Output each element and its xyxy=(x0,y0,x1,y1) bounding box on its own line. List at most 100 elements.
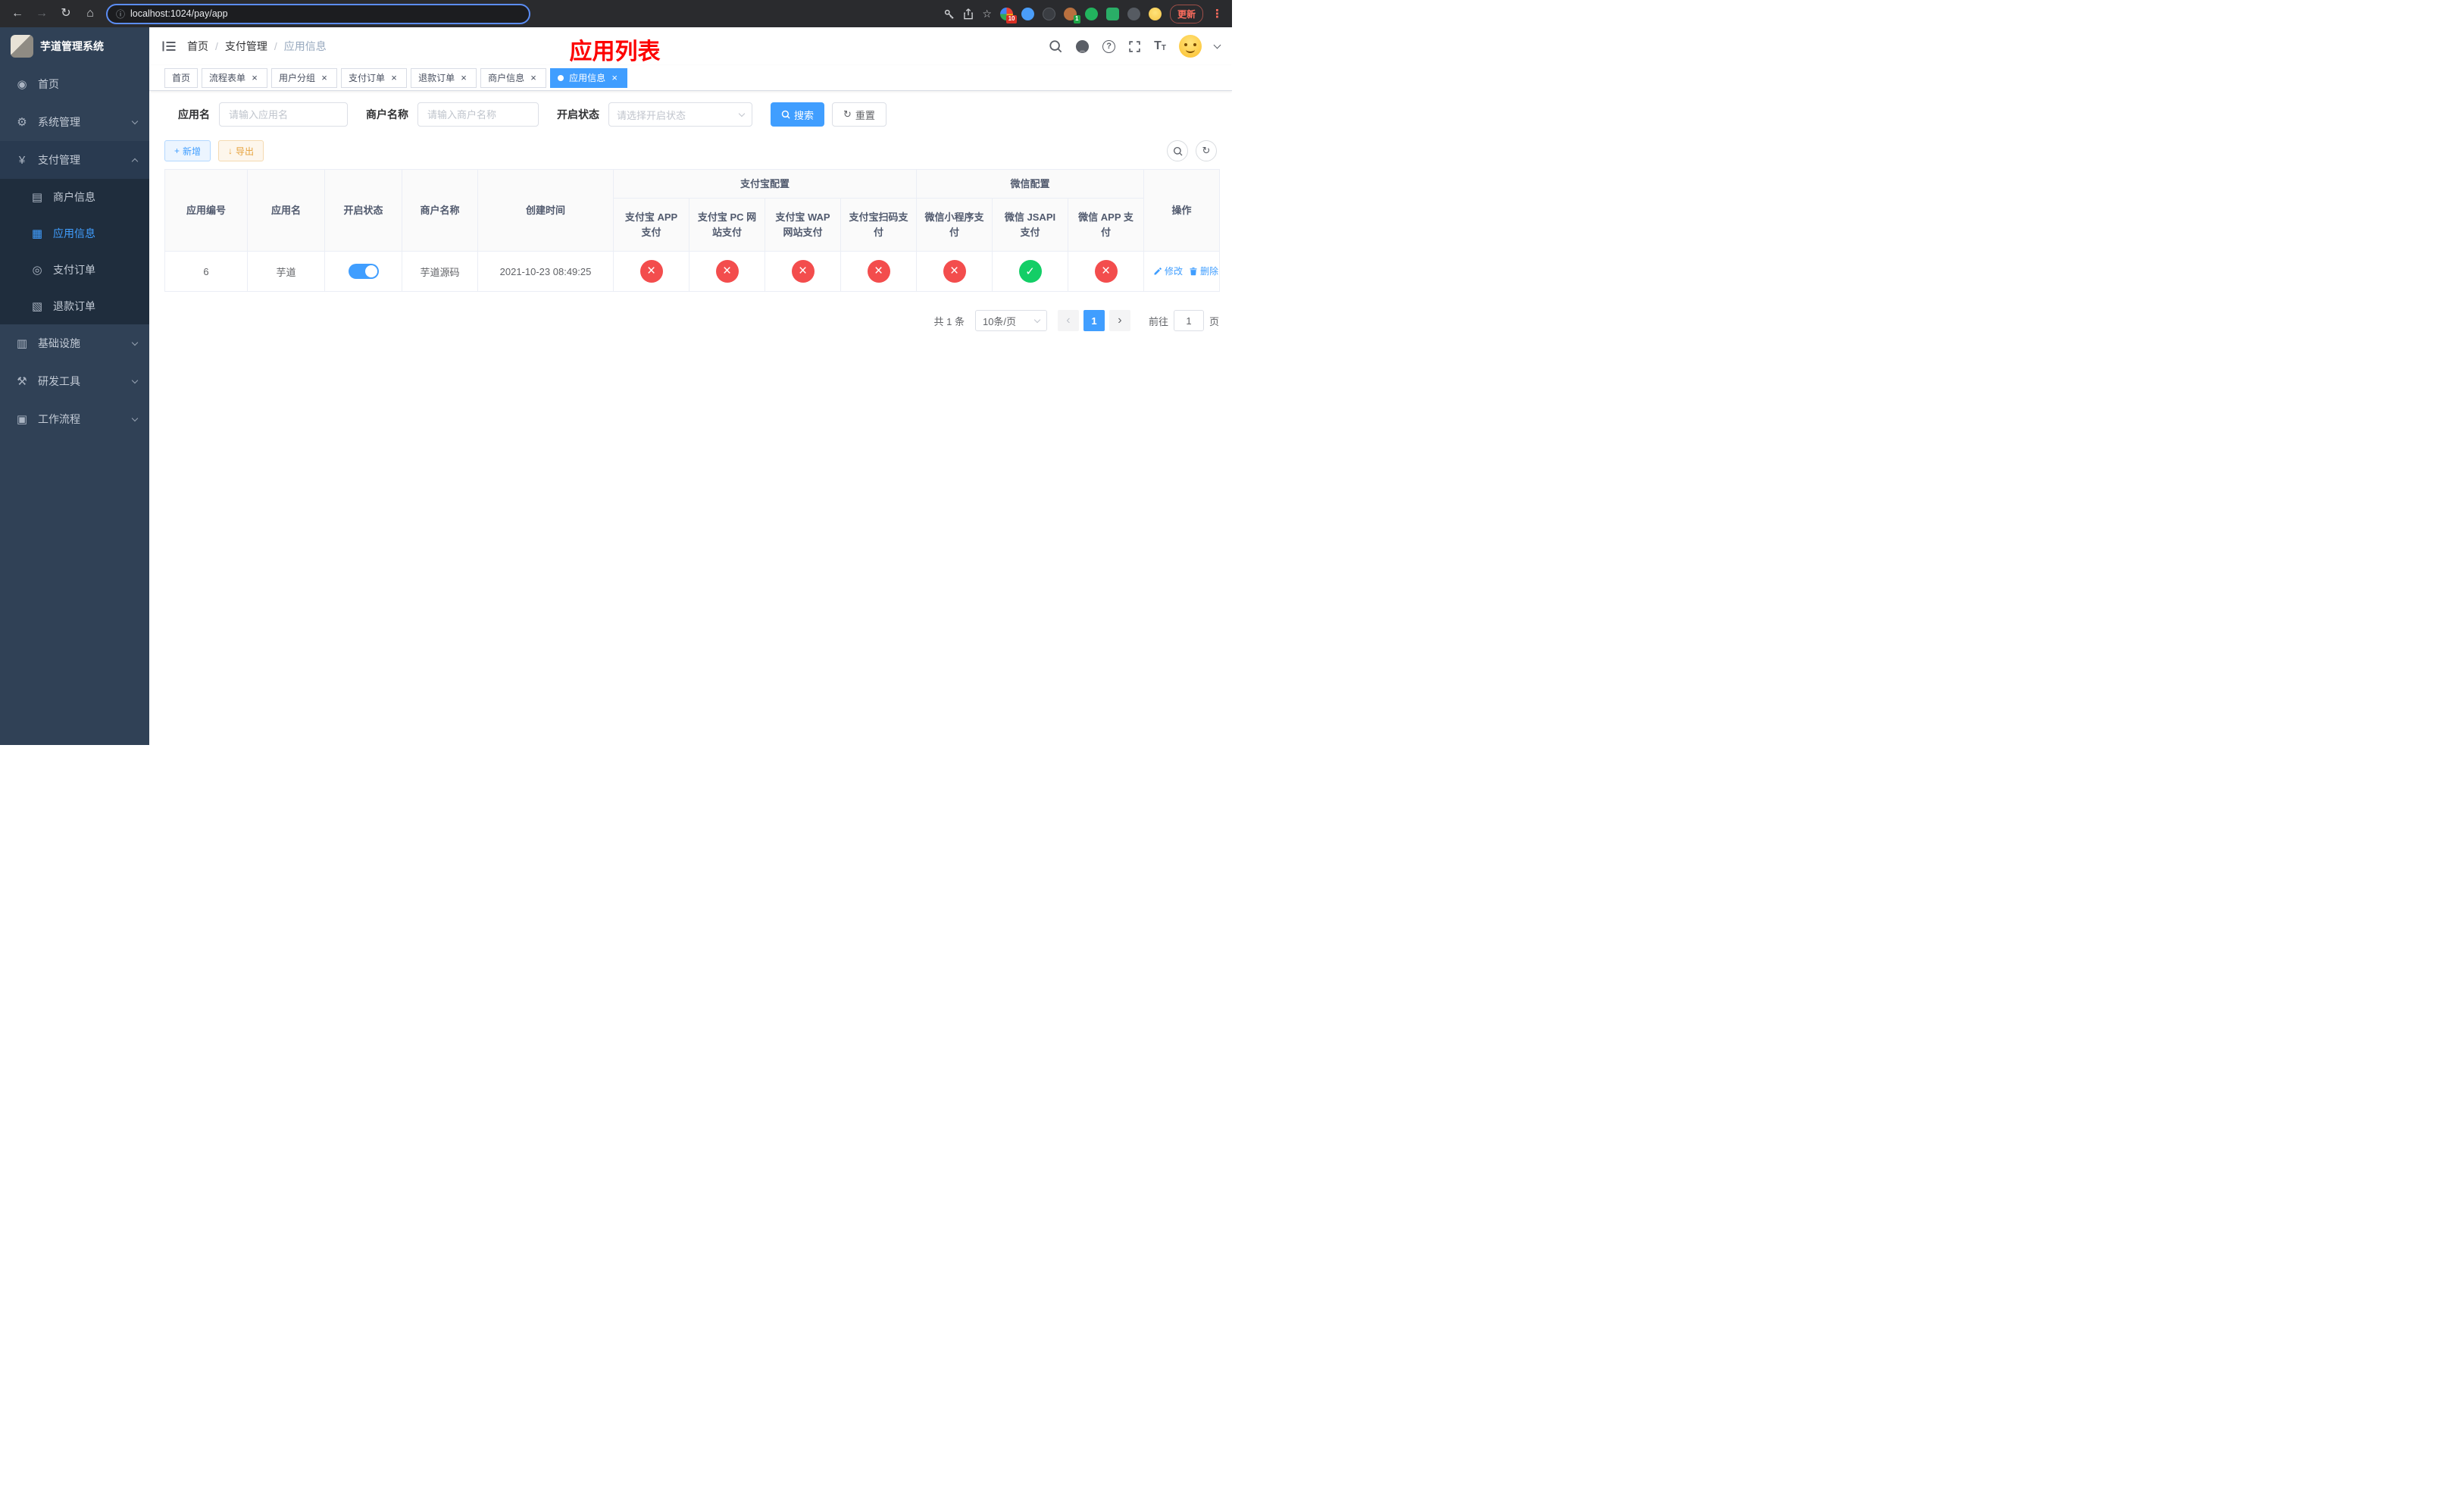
breadcrumb-home[interactable]: 首页 xyxy=(187,39,208,54)
tab-close-icon[interactable]: × xyxy=(528,73,539,83)
chevron-down-icon xyxy=(131,377,139,383)
reset-button[interactable]: ↻ 重置 xyxy=(832,102,886,127)
tab-close-icon[interactable]: × xyxy=(249,73,260,83)
github-icon[interactable] xyxy=(1075,39,1090,54)
next-page-button[interactable]: › xyxy=(1108,310,1130,331)
prev-page-button[interactable]: ‹ xyxy=(1057,310,1079,331)
edit-link[interactable]: 修改 xyxy=(1153,265,1183,277)
breadcrumb: 首页 / 支付管理 / 应用信息 xyxy=(187,39,327,54)
app-name-input[interactable] xyxy=(219,102,348,127)
pagination: 共 1 条 10条/页 ‹ 1 › 前往 页 xyxy=(164,310,1219,331)
back-icon[interactable]: ← xyxy=(9,8,26,20)
sidebar-item-infrastructure[interactable]: ▥ 基础设施 xyxy=(0,324,149,362)
cell-app-name: 芋道 xyxy=(247,251,325,292)
breadcrumb-section[interactable]: 支付管理 xyxy=(225,39,267,54)
tab-merchant-info[interactable]: 商户信息 × xyxy=(480,67,547,88)
extension-icon-3[interactable] xyxy=(1042,7,1055,20)
menu-dots-icon[interactable]: ⋮ xyxy=(1212,7,1223,20)
export-button[interactable]: ↓ 导出 xyxy=(218,140,264,161)
wechat-app-status-icon xyxy=(1094,260,1118,283)
extension-icon-6[interactable] xyxy=(1105,7,1119,20)
tab-flow-form[interactable]: 流程表单 × xyxy=(202,67,268,88)
sidebar-item-workflow[interactable]: ▣ 工作流程 xyxy=(0,400,149,438)
status-select[interactable]: 请选择开启状态 xyxy=(608,102,752,127)
tab-user-group[interactable]: 用户分组 × xyxy=(271,67,338,88)
tab-label: 退款订单 xyxy=(418,73,455,83)
update-button[interactable]: 更新 xyxy=(1169,4,1203,23)
tab-app-info[interactable]: 应用信息 × xyxy=(550,67,628,88)
extension-icon-7[interactable] xyxy=(1127,7,1140,20)
sidebar-item-label: 工作流程 xyxy=(38,413,80,425)
tab-close-icon[interactable]: × xyxy=(389,73,399,83)
merchant-name-input[interactable] xyxy=(417,102,539,127)
page-title: 应用列表 xyxy=(569,39,661,64)
sidebar-item-system[interactable]: ⚙ 系统管理 xyxy=(0,103,149,141)
trash-icon xyxy=(1190,267,1197,276)
site-info-icon[interactable]: ⓘ xyxy=(116,8,125,20)
goto-label: 前往 xyxy=(1148,315,1168,327)
tabs-bar: 首页 流程表单 × 用户分组 × 支付订单 × 退款订单 × 商户信息 × 应用… xyxy=(149,65,1232,91)
sidebar-item-label: 基础设施 xyxy=(38,337,80,349)
sidebar-item-app-info[interactable]: ▦ 应用信息 xyxy=(0,215,149,252)
share-icon[interactable] xyxy=(963,8,974,20)
tab-label: 首页 xyxy=(172,73,191,83)
tab-home[interactable]: 首页 xyxy=(164,67,199,88)
search-icon xyxy=(1173,146,1182,155)
goto-page-input[interactable] xyxy=(1173,310,1204,331)
status-select-placeholder: 请选择开启状态 xyxy=(617,109,686,121)
page-1-button[interactable]: 1 xyxy=(1083,310,1105,331)
bookmark-star-icon[interactable]: ☆ xyxy=(982,8,992,19)
reload-icon[interactable]: ↻ xyxy=(58,8,74,20)
page-size-select[interactable]: 10条/页 xyxy=(974,310,1047,331)
refund-icon: ▧ xyxy=(31,300,43,313)
caret-down-icon[interactable] xyxy=(1213,41,1221,49)
add-button[interactable]: + 新增 xyxy=(164,140,211,161)
sidebar-toggle-button[interactable] xyxy=(161,39,177,54)
col-app-id: 应用编号 xyxy=(164,169,248,252)
refresh-table-button[interactable]: ↻ xyxy=(1196,140,1217,161)
alipay-qr-status-icon xyxy=(867,260,890,283)
sidebar-item-payment[interactable]: ¥ 支付管理 xyxy=(0,141,149,179)
tab-close-icon[interactable]: × xyxy=(458,73,469,83)
col-wechat-jsapi: 微信 JSAPI 支付 xyxy=(992,198,1069,252)
help-icon[interactable]: ? xyxy=(1102,39,1116,53)
sidebar-item-devtools[interactable]: ⚒ 研发工具 xyxy=(0,362,149,400)
tab-label: 应用信息 xyxy=(569,73,606,83)
gear-icon: ⚙ xyxy=(17,116,27,129)
tab-close-icon[interactable]: × xyxy=(319,73,330,83)
home-icon[interactable]: ⌂ xyxy=(82,8,98,20)
extension-icon-2[interactable] xyxy=(1021,7,1034,20)
total-count: 共 1 条 xyxy=(933,315,965,327)
toggle-search-button[interactable] xyxy=(1167,140,1188,161)
sidebar-item-label: 研发工具 xyxy=(38,375,80,387)
search-button[interactable]: 搜索 xyxy=(771,102,825,127)
sidebar-item-home[interactable]: ◉ 首页 xyxy=(0,65,149,103)
download-icon: ↓ xyxy=(228,146,233,156)
sidebar-item-label: 首页 xyxy=(38,78,59,90)
status-switch[interactable] xyxy=(348,264,379,279)
font-size-icon[interactable]: TT xyxy=(1154,40,1166,52)
forward-icon[interactable]: → xyxy=(33,8,50,20)
delete-link[interactable]: 删除 xyxy=(1189,265,1218,277)
col-merchant-name: 商户名称 xyxy=(402,169,478,252)
password-key-icon[interactable] xyxy=(943,8,955,20)
extension-icon-4[interactable]: 1 xyxy=(1063,7,1080,23)
browser-chrome: ← → ↻ ⌂ ⓘ localhost:1024/pay/app ☆ 10 1 … xyxy=(0,0,1232,27)
tab-refund-order[interactable]: 退款订单 × xyxy=(411,67,477,88)
sidebar-item-pay-order[interactable]: ◎ 支付订单 xyxy=(0,252,149,288)
sidebar-item-refund-order[interactable]: ▧ 退款订单 xyxy=(0,288,149,324)
app-logo-row[interactable]: 芋道管理系统 xyxy=(0,27,149,65)
extension-icon-1[interactable]: 10 xyxy=(999,7,1017,23)
tab-pay-order[interactable]: 支付订单 × xyxy=(341,67,408,88)
sidebar: 芋道管理系统 ◉ 首页 ⚙ 系统管理 ¥ 支付管理 ▤ 商户信息 ▦ 应用信息 … xyxy=(0,27,149,745)
cell-status xyxy=(324,251,402,292)
address-bar[interactable]: ⓘ localhost:1024/pay/app xyxy=(106,3,530,24)
avatar[interactable] xyxy=(1179,35,1202,58)
search-icon xyxy=(781,110,790,119)
sidebar-item-merchant-info[interactable]: ▤ 商户信息 xyxy=(0,179,149,215)
extension-icon-8[interactable] xyxy=(1148,7,1162,20)
tab-close-icon[interactable]: × xyxy=(609,73,620,83)
extension-icon-5[interactable] xyxy=(1084,7,1098,20)
fullscreen-icon[interactable] xyxy=(1128,40,1141,53)
search-icon[interactable] xyxy=(1049,39,1062,53)
